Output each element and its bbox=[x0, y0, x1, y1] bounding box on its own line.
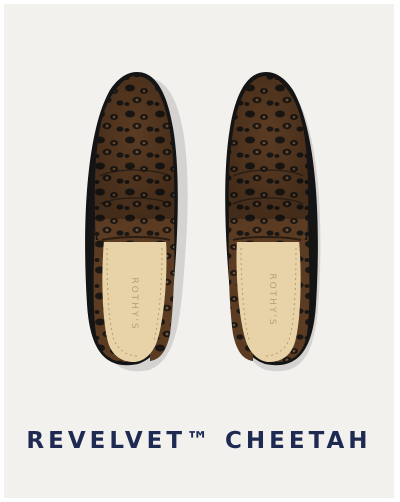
insole-logo-left: ROTHY'S bbox=[129, 277, 139, 330]
product-image[interactable]: ROTHY'S ROTHY'S bbox=[4, 4, 394, 399]
right-shoe: ROTHY'S bbox=[225, 72, 321, 372]
left-shoe: ROTHY'S bbox=[85, 72, 188, 372]
insole-logo-right: ROTHY'S bbox=[267, 273, 277, 326]
product-card[interactable]: ROTHY'S ROTHY'S REVELVET™ CHEETAH bbox=[4, 4, 394, 498]
product-name[interactable]: REVELVET™ CHEETAH bbox=[4, 428, 394, 454]
